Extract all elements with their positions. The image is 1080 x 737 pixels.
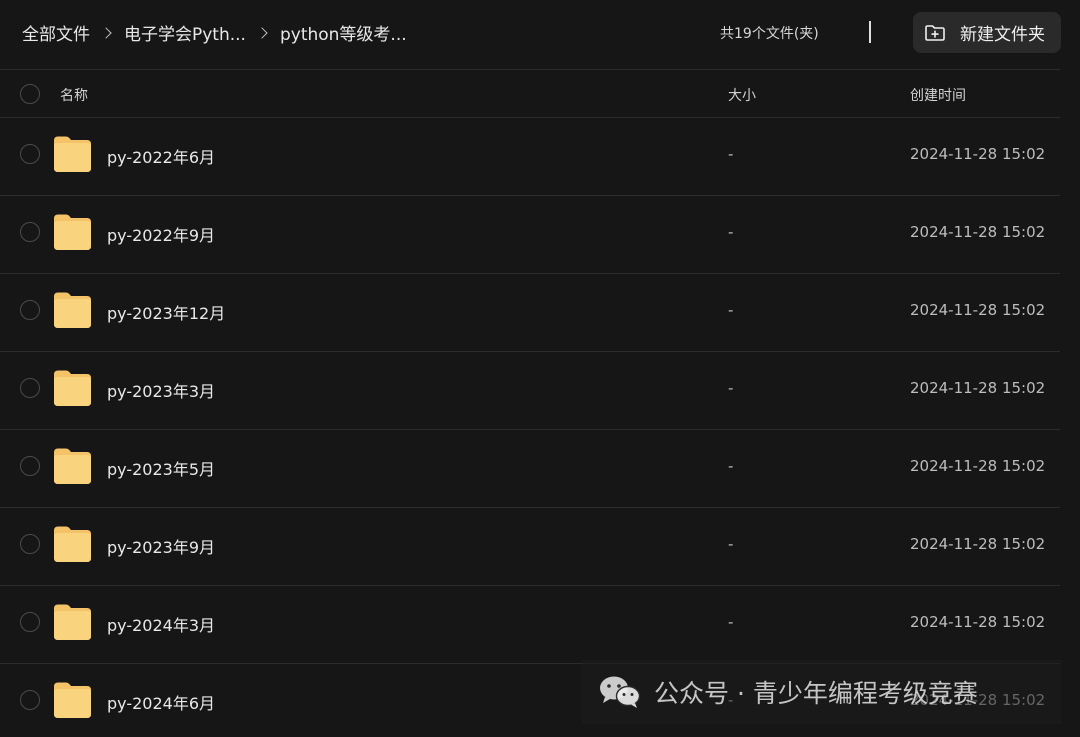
folder-plus-icon	[925, 24, 945, 41]
new-folder-label: 新建文件夹	[960, 25, 1045, 45]
folder-icon	[54, 526, 91, 562]
file-list: py-2022年6月 - 2024-11-28 15:02 py-2022年9月…	[0, 118, 1060, 737]
folder-icon	[54, 292, 91, 328]
table-row[interactable]: py-2023年9月 - 2024-11-28 15:02	[0, 508, 1060, 586]
folder-icon	[54, 136, 91, 172]
folder-icon	[54, 448, 91, 484]
table-row[interactable]: py-2023年12月 - 2024-11-28 15:02	[0, 274, 1060, 352]
file-size: -	[728, 379, 734, 397]
file-name[interactable]: py-2023年12月	[107, 300, 225, 324]
chevron-right-icon	[100, 26, 112, 39]
breadcrumb-all-files[interactable]: 全部文件	[22, 20, 90, 45]
file-created-time: 2024-11-28 15:02	[910, 613, 1046, 631]
breadcrumb-electronics-python[interactable]: 电子学会Pyth...	[124, 20, 246, 45]
file-size: -	[728, 691, 734, 709]
top-bar: 全部文件 电子学会Pyth... python等级考... 共19个文件(夹) …	[0, 0, 1080, 66]
file-created-time: 2024-11-28 15:02	[910, 145, 1046, 163]
row-checkbox[interactable]	[20, 378, 40, 398]
folder-icon	[54, 604, 91, 640]
file-name[interactable]: py-2023年3月	[107, 378, 215, 402]
row-checkbox[interactable]	[20, 456, 40, 476]
file-size: -	[728, 457, 734, 475]
row-checkbox[interactable]	[20, 300, 40, 320]
file-created-time: 2024-11-28 15:02	[910, 691, 1046, 709]
file-size: -	[728, 613, 734, 631]
table-row[interactable]: py-2024年3月 - 2024-11-28 15:02	[0, 586, 1060, 664]
file-created-time: 2024-11-28 15:02	[910, 535, 1046, 553]
file-name[interactable]: py-2023年5月	[107, 456, 215, 480]
row-checkbox[interactable]	[20, 222, 40, 242]
divider	[869, 21, 871, 43]
file-size: -	[728, 535, 734, 553]
folder-icon	[54, 682, 91, 718]
file-size: -	[728, 223, 734, 241]
select-all-checkbox[interactable]	[20, 84, 40, 104]
file-size: -	[728, 301, 734, 319]
column-name[interactable]: 名称	[60, 85, 88, 105]
table-row[interactable]: py-2023年5月 - 2024-11-28 15:02	[0, 430, 1060, 508]
file-created-time: 2024-11-28 15:02	[910, 301, 1046, 319]
table-row[interactable]: py-2024年6月 - 2024-11-28 15:02	[0, 664, 1060, 737]
file-name[interactable]: py-2024年6月	[107, 690, 215, 714]
folder-icon	[54, 370, 91, 406]
breadcrumb: 全部文件 电子学会Pyth... python等级考...	[22, 20, 407, 45]
row-checkbox[interactable]	[20, 534, 40, 554]
file-created-time: 2024-11-28 15:02	[910, 223, 1046, 241]
file-name[interactable]: py-2022年9月	[107, 222, 215, 246]
file-size: -	[728, 145, 734, 163]
file-created-time: 2024-11-28 15:02	[910, 379, 1046, 397]
file-name[interactable]: py-2022年6月	[107, 144, 215, 168]
folder-icon	[54, 214, 91, 250]
table-row[interactable]: py-2022年9月 - 2024-11-28 15:02	[0, 196, 1060, 274]
file-name[interactable]: py-2023年9月	[107, 534, 215, 558]
file-count: 共19个文件(夹)	[720, 26, 819, 42]
table-row[interactable]: py-2023年3月 - 2024-11-28 15:02	[0, 352, 1060, 430]
chevron-right-icon	[256, 26, 268, 39]
table-header: 名称 大小 创建时间	[0, 69, 1060, 118]
new-folder-button[interactable]: 新建文件夹	[913, 12, 1061, 53]
column-created[interactable]: 创建时间	[910, 85, 966, 105]
row-checkbox[interactable]	[20, 690, 40, 710]
file-name[interactable]: py-2024年3月	[107, 612, 215, 636]
table-row[interactable]: py-2022年6月 - 2024-11-28 15:02	[0, 118, 1060, 196]
breadcrumb-python-exam[interactable]: python等级考...	[280, 20, 407, 45]
row-checkbox[interactable]	[20, 612, 40, 632]
row-checkbox[interactable]	[20, 144, 40, 164]
column-size[interactable]: 大小	[728, 85, 756, 105]
file-created-time: 2024-11-28 15:02	[910, 457, 1046, 475]
